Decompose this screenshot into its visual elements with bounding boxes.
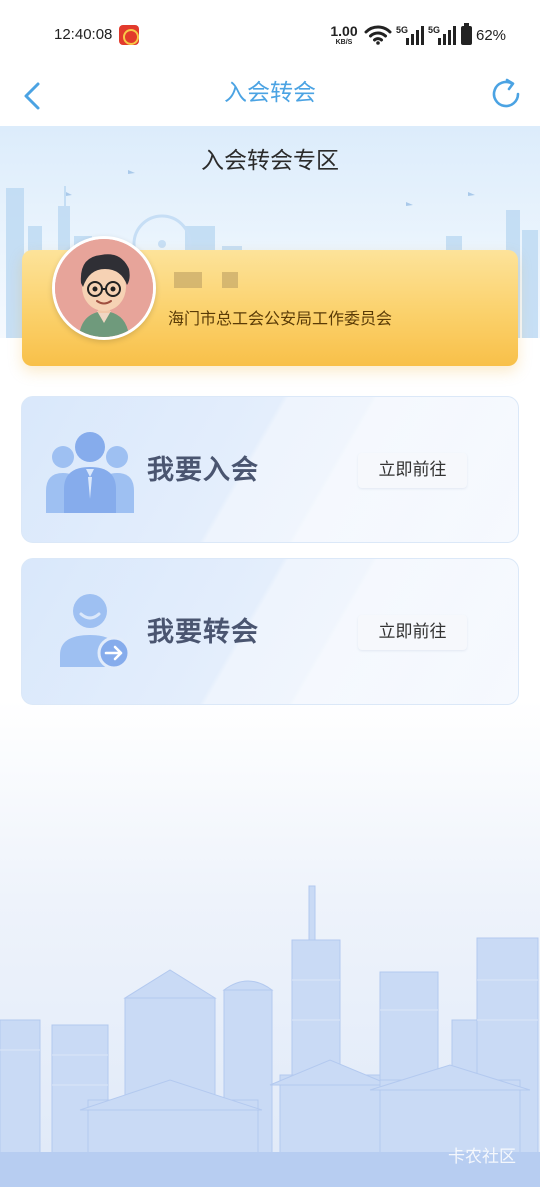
banner-title: 入会转会专区 xyxy=(201,148,339,174)
network-speed-value: 1.00 xyxy=(330,23,358,39)
profile-name-redacted xyxy=(172,270,242,290)
battery-level: 62% xyxy=(476,27,507,44)
union-app-icon xyxy=(119,25,139,45)
network-speed: 1.00 KB/S xyxy=(328,24,360,46)
group-users-icon xyxy=(46,432,134,513)
refresh-icon[interactable] xyxy=(488,76,524,112)
wifi-icon xyxy=(364,25,392,45)
profile-organization: 海门市总工会公安局工作委员会 xyxy=(168,309,393,328)
join-union-card[interactable]: 我要入会 立即前往 xyxy=(21,396,519,543)
transfer-go-button[interactable]: 立即前往 xyxy=(358,615,467,650)
transfer-union-card[interactable]: 我要转会 立即前往 xyxy=(21,558,519,705)
battery-icon xyxy=(461,23,472,45)
network-speed-unit: KB/S xyxy=(335,39,353,46)
page-title: 入会转会 xyxy=(224,80,316,106)
join-union-label: 我要入会 xyxy=(147,455,259,486)
bottom-city-illustration xyxy=(0,885,540,1187)
svg-text:5G: 5G xyxy=(428,25,440,35)
user-transfer-icon xyxy=(60,594,131,670)
status-bar: 12:40:08 1.00 KB/S 5G 5G 62% xyxy=(0,0,540,70)
signal-5g-icon-2: 5G xyxy=(428,25,456,45)
status-time: 12:40:08 xyxy=(54,26,113,43)
join-go-button[interactable]: 立即前往 xyxy=(358,453,467,488)
nav-bar: 入会转会 xyxy=(0,70,540,126)
avatar xyxy=(52,236,156,340)
transfer-union-label: 我要转会 xyxy=(147,617,259,648)
page: 12:40:08 1.00 KB/S 5G 5G 62% 入会转会 入会转会专区… xyxy=(0,0,540,1187)
svg-text:5G: 5G xyxy=(396,25,408,35)
signal-5g-icon: 5G xyxy=(396,25,424,45)
watermark-text: 卡农社区 xyxy=(448,1147,516,1167)
cartoon-avatar-icon xyxy=(55,239,153,337)
